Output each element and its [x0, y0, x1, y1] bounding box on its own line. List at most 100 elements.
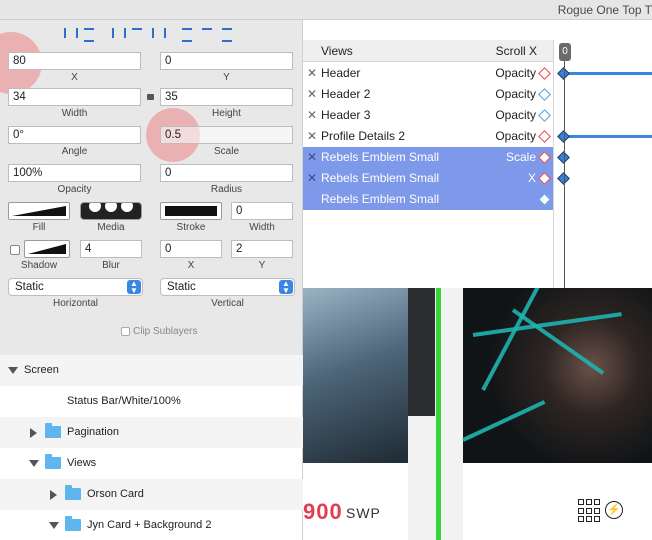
fill-swatch[interactable]	[8, 202, 70, 220]
remove-icon[interactable]: ✕	[307, 129, 317, 143]
remove-icon[interactable]: ✕	[307, 150, 317, 164]
disclosure-right-icon[interactable]	[30, 428, 37, 438]
y-input[interactable]: 0	[160, 52, 293, 70]
layer-row-jyn-card[interactable]: Jyn Card + Background 2	[0, 510, 303, 540]
distribute-toolbar	[62, 24, 96, 42]
remove-icon[interactable]: ✕	[307, 66, 317, 80]
keyframe-toggle-icon[interactable]	[538, 88, 551, 101]
timeline-row[interactable]: ✕ Header 3 Opacity	[303, 105, 553, 126]
timeline-row-property: Opacity	[495, 87, 536, 101]
animation-track	[565, 135, 652, 138]
radius-label: Radius	[210, 184, 243, 195]
scale-input[interactable]: 0.5	[160, 126, 293, 144]
views-column-header: Views	[321, 44, 353, 58]
radius-input[interactable]: 0	[160, 164, 293, 182]
timeline-row-property: Opacity	[495, 108, 536, 122]
layer-row-orson-card[interactable]: Orson Card	[0, 479, 303, 510]
disclosure-down-icon[interactable]	[29, 460, 39, 467]
stroke-label: Stroke	[176, 222, 206, 233]
scroll-column-header: Scroll X	[495, 44, 537, 58]
preview-canvas: 900 SWP ⚡	[303, 288, 652, 540]
disclosure-down-icon[interactable]	[8, 367, 18, 374]
timeline-row[interactable]: ✕ Header Opacity	[303, 63, 553, 84]
inspector-panel: 80 X 0 Y 34 Width 35 Height 0° Angle 0.5…	[0, 20, 303, 355]
align-middle-icon[interactable]	[200, 26, 214, 40]
horizontal-select[interactable]: Static ▲ ▼	[8, 278, 143, 296]
keyframe-toggle-icon[interactable]	[538, 151, 551, 164]
media-swatch[interactable]	[80, 202, 142, 220]
orson-card-image	[303, 288, 408, 463]
fill-label: Fill	[32, 222, 46, 233]
timeline-row[interactable]: ✕ Profile Details 2 Opacity	[303, 126, 553, 147]
grid-icon[interactable]	[578, 499, 602, 523]
opacity-input[interactable]: 100%	[8, 164, 141, 182]
layer-label: Screen	[24, 364, 59, 376]
shadow-x-input[interactable]: 0	[160, 240, 222, 258]
shadow-x-label: X	[187, 260, 195, 271]
layer-row-status-bar[interactable]: Status Bar/White/100%	[0, 386, 303, 417]
timeline-row-name: Header 2	[321, 87, 371, 101]
layer-label: Status Bar/White/100%	[67, 395, 181, 407]
timeline-row[interactable]: ✕ Header 2 Opacity	[303, 84, 553, 105]
timeline-row-name: Header 3	[321, 108, 371, 122]
timeline-row-name: Rebels Emblem Small	[321, 192, 440, 206]
shadow-y-label: Y	[258, 260, 266, 271]
timeline-row-selected[interactable]: Rebels Emblem Small	[303, 189, 553, 210]
clip-sublayers-checkbox[interactable]	[121, 327, 130, 336]
playhead-line[interactable]	[564, 61, 565, 288]
x-input[interactable]: 80	[8, 52, 141, 70]
shadow-checkbox[interactable]	[10, 245, 20, 255]
timeline-row-selected[interactable]: ✕ Rebels Emblem Small Scale	[303, 147, 553, 168]
remove-icon[interactable]: ✕	[307, 171, 317, 185]
opacity-label: Opacity	[57, 184, 92, 195]
align-horizontal-toolbar	[110, 24, 166, 42]
window-title: Rogue One Top T	[557, 3, 652, 17]
x-label: X	[71, 72, 78, 83]
bolt-icon[interactable]: ⚡	[605, 501, 623, 519]
window-titlebar: Rogue One Top T	[0, 0, 652, 20]
shadow-swatch[interactable]	[24, 240, 70, 258]
height-input[interactable]: 35	[160, 88, 293, 106]
timeline-row-name: Profile Details 2	[321, 129, 406, 143]
keyframe-toggle-icon[interactable]	[538, 67, 551, 80]
disclosure-down-icon[interactable]	[49, 522, 59, 529]
stroke-swatch[interactable]	[160, 202, 222, 220]
lock-icon[interactable]	[147, 94, 154, 100]
remove-icon[interactable]: ✕	[307, 108, 317, 122]
align-top-icon[interactable]	[180, 26, 194, 42]
width-input[interactable]: 34	[8, 88, 141, 106]
keyframe-toggle-icon[interactable]	[538, 130, 551, 143]
align-right-icon[interactable]	[150, 26, 166, 40]
remove-icon[interactable]: ✕	[307, 87, 317, 101]
align-left-icon[interactable]	[110, 26, 126, 40]
timeline-header: Views Scroll X	[303, 40, 553, 62]
distribute-vertical-icon[interactable]	[82, 26, 96, 42]
align-bottom-icon[interactable]	[220, 26, 234, 42]
stroke-width-input[interactable]: 0	[231, 202, 293, 220]
layer-row-screen[interactable]: Screen	[0, 355, 303, 386]
blur-input[interactable]: 4	[80, 240, 142, 258]
align-center-icon[interactable]	[130, 26, 144, 40]
jyn-card-image	[462, 288, 652, 463]
angle-input[interactable]: 0°	[8, 126, 141, 144]
timeline-panel: Views Scroll X ✕ Header Opacity ✕ Header…	[303, 20, 652, 288]
keyframe-toggle-icon[interactable]	[538, 193, 551, 206]
timeline-row-name: Rebels Emblem Small	[321, 171, 440, 185]
disclosure-right-icon[interactable]	[50, 490, 57, 500]
layer-row-views[interactable]: Views	[0, 448, 303, 479]
shadow-y-input[interactable]: 2	[231, 240, 293, 258]
playhead-handle[interactable]: 0	[559, 43, 571, 61]
layer-label: Pagination	[67, 426, 119, 438]
keyframe-toggle-icon[interactable]	[538, 172, 551, 185]
vertical-select[interactable]: Static ▲ ▼	[160, 278, 295, 296]
folder-icon	[65, 516, 81, 531]
timeline-row-property: Scale	[505, 150, 536, 164]
layer-row-pagination[interactable]: Pagination	[0, 417, 303, 448]
horizontal-select-value: Static	[15, 281, 44, 293]
timeline-track-area[interactable]	[553, 40, 652, 288]
y-label: Y	[223, 72, 230, 83]
distribute-horizontal-icon[interactable]	[62, 26, 78, 40]
timeline-row-selected[interactable]: ✕ Rebels Emblem Small X	[303, 168, 553, 189]
angle-label: Angle	[61, 146, 88, 157]
keyframe-toggle-icon[interactable]	[538, 109, 551, 122]
